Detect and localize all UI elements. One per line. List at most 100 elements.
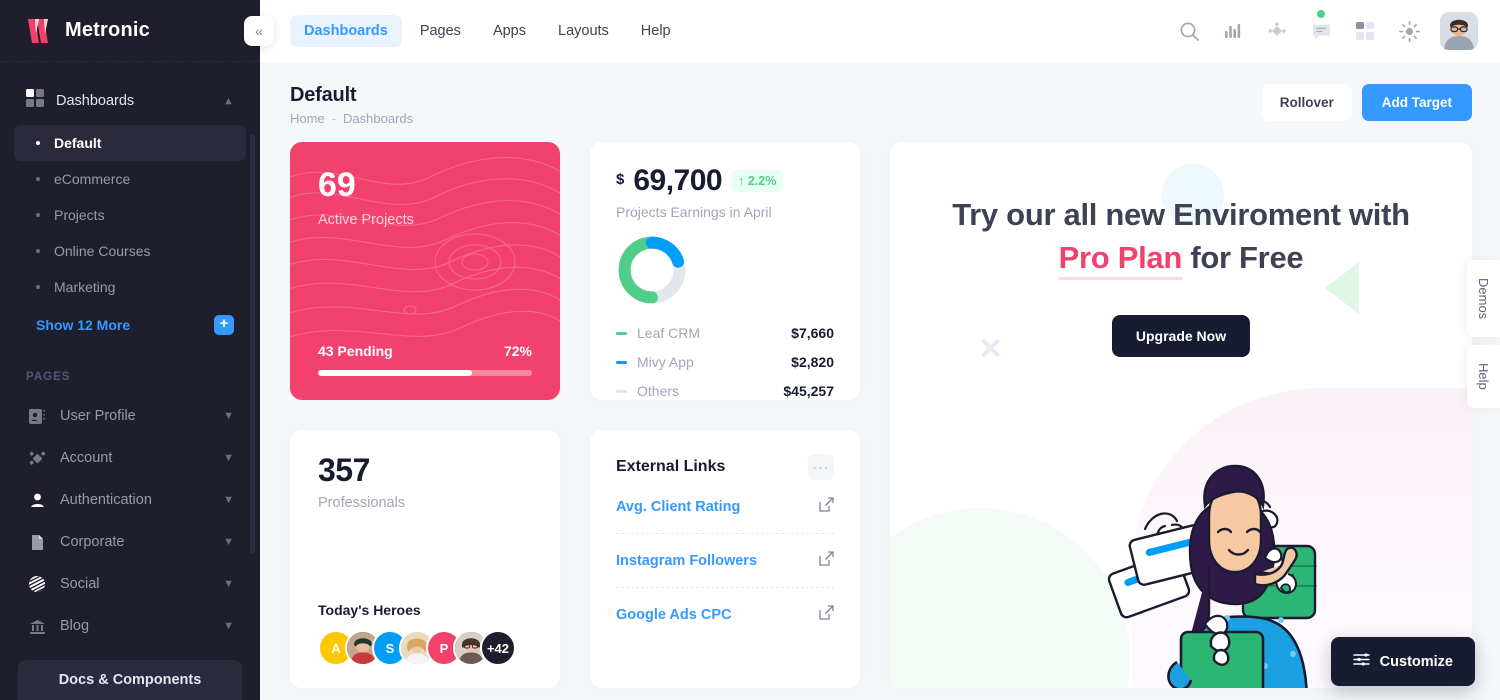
earnings-label: Projects Earnings in April xyxy=(616,204,834,220)
sidebar-nav: Dashboards ▼ Default eCommerce Projects xyxy=(0,62,260,700)
sidebar-show-more-label: Show 12 More xyxy=(36,317,130,333)
apps-grid-icon[interactable] xyxy=(1352,18,1378,44)
progress-percent-label: 72% xyxy=(504,343,532,359)
legend-label: Leaf CRM xyxy=(637,325,700,341)
earnings-card[interactable]: $ 69,700 ↑ 2.2% Projects Earnings in Apr… xyxy=(590,142,860,400)
avatar-initial: P xyxy=(440,641,449,656)
sidebar-item-corporate[interactable]: Corporate ▼ xyxy=(14,521,246,563)
sidebar-item-user-profile[interactable]: User Profile ▼ xyxy=(14,395,246,437)
external-link-avg-client-rating[interactable]: Avg. Client Rating xyxy=(616,480,834,534)
external-links-title: External Links xyxy=(616,458,725,476)
tab-apps[interactable]: Apps xyxy=(479,15,540,47)
side-tab-demos[interactable]: Demos xyxy=(1467,260,1500,337)
tab-pages[interactable]: Pages xyxy=(406,15,475,47)
tab-layouts[interactable]: Layouts xyxy=(544,15,623,47)
diamonds-icon[interactable] xyxy=(1264,18,1290,44)
active-projects-card[interactable]: 69 Active Projects 43 Pending 72% xyxy=(290,142,560,400)
breadcrumb-home[interactable]: Home xyxy=(290,111,325,126)
active-projects-progress: 43 Pending 72% xyxy=(318,343,532,376)
sidebar-item-social-label: Social xyxy=(60,576,211,592)
promo-headline-line1: Try our all new Enviroment with xyxy=(952,197,1410,232)
sidebar-item-ecommerce[interactable]: eCommerce xyxy=(14,161,246,197)
sidebar-item-social[interactable]: Social ▼ xyxy=(14,563,246,605)
bullet-icon xyxy=(36,177,40,181)
side-tab-help[interactable]: Help xyxy=(1467,345,1500,408)
earnings-change-value: 2.2% xyxy=(748,174,777,188)
notification-badge xyxy=(1317,10,1325,18)
external-link-icon xyxy=(819,497,834,517)
plus-icon[interactable]: + xyxy=(214,315,234,335)
upgrade-now-button[interactable]: Upgrade Now xyxy=(1112,315,1250,357)
sidebar-section-pages: PAGES xyxy=(0,345,260,395)
sidebar-item-corporate-label: Corporate xyxy=(60,534,211,550)
promo-banner-card: ✕ Try our all new Enviroment with Pro Pl… xyxy=(890,142,1472,688)
docs-and-components-button[interactable]: Docs & Components xyxy=(18,660,242,700)
user-avatar[interactable] xyxy=(1440,12,1478,50)
legend-label: Others xyxy=(637,383,679,399)
external-link-instagram-followers[interactable]: Instagram Followers xyxy=(616,534,834,588)
page-header-actions: Rollover Add Target xyxy=(1262,84,1472,121)
sidebar-show-more[interactable]: Show 12 More + xyxy=(14,305,246,345)
legend-item-others: Others $45,257 xyxy=(616,383,834,399)
legend-item-leaf-crm: Leaf CRM $7,660 xyxy=(616,325,834,341)
sidebar-item-online-courses[interactable]: Online Courses xyxy=(14,233,246,269)
dashboard-grid: 69 Active Projects 43 Pending 72% 357 xyxy=(260,126,1500,688)
add-target-button[interactable]: Add Target xyxy=(1362,84,1472,121)
chevron-double-left-icon: « xyxy=(255,23,263,39)
earnings-donut-chart xyxy=(616,234,834,311)
earnings-change-badge: ↑ 2.2% xyxy=(731,170,783,192)
app-root: Metronic Dashboards ▼ xyxy=(0,0,1500,700)
legend-marker xyxy=(616,390,627,393)
sidebar-sublist-dashboards: Default eCommerce Projects Online Course… xyxy=(14,125,246,345)
grid-column-middle: $ 69,700 ↑ 2.2% Projects Earnings in Apr… xyxy=(590,142,860,688)
progress-bar-fill xyxy=(318,370,472,376)
currency-symbol: $ xyxy=(616,171,624,188)
sidebar-item-blog-label: Blog xyxy=(60,618,211,634)
theme-sun-icon[interactable] xyxy=(1396,18,1422,44)
sidebar-collapse-button[interactable]: « xyxy=(244,16,274,46)
progress-bar-track xyxy=(318,370,532,376)
sidebar-item-default[interactable]: Default xyxy=(14,125,246,161)
document-icon xyxy=(26,531,48,553)
external-links-header: External Links ··· xyxy=(616,454,834,480)
sidebar-group-dashboards: Dashboards ▼ Default eCommerce Projects xyxy=(0,80,260,345)
sidebar-item-authentication-label: Authentication xyxy=(60,492,211,508)
legend-value: $45,257 xyxy=(783,383,834,399)
legend-marker xyxy=(616,332,627,335)
external-link-google-ads-cpc[interactable]: Google Ads CPC xyxy=(616,588,834,641)
chevron-down-icon: ▼ xyxy=(223,411,234,422)
brand-name: Metronic xyxy=(65,19,150,42)
sidebar-item-account[interactable]: Account ▼ xyxy=(14,437,246,479)
heroes-avatar-group: A S P xyxy=(318,630,532,666)
chevron-down-icon: ▼ xyxy=(223,495,234,506)
rollover-button[interactable]: Rollover xyxy=(1262,84,1352,121)
external-link-icon xyxy=(819,605,834,625)
topbar-actions xyxy=(1176,12,1478,50)
bullet-icon xyxy=(36,285,40,289)
earnings-value: 69,700 xyxy=(633,166,722,196)
ellipsis-icon[interactable]: ··· xyxy=(808,454,834,480)
tab-help[interactable]: Help xyxy=(627,15,685,47)
sidebar-item-marketing[interactable]: Marketing xyxy=(14,269,246,305)
sidebar-item-blog[interactable]: Blog ▼ xyxy=(14,605,246,647)
promo-highlight: Pro Plan xyxy=(1059,240,1182,280)
avatar-overflow-count[interactable]: +42 xyxy=(480,630,516,666)
sidebar-scrollbar[interactable] xyxy=(250,134,255,554)
sidebar-item-dashboards[interactable]: Dashboards ▼ xyxy=(14,80,246,121)
breadcrumb-dashboards[interactable]: Dashboards xyxy=(343,111,413,126)
earnings-legend: Leaf CRM $7,660 Mivy App $2,820 Others $… xyxy=(616,325,834,399)
professionals-card[interactable]: 357 Professionals Today's Heroes A S xyxy=(290,430,560,688)
tab-dashboards[interactable]: Dashboards xyxy=(290,15,402,47)
person-icon xyxy=(26,489,48,511)
brand[interactable]: Metronic xyxy=(0,0,260,62)
sidebar: Metronic Dashboards ▼ xyxy=(0,0,260,700)
bullet-icon xyxy=(36,141,40,145)
customize-button[interactable]: Customize xyxy=(1331,637,1475,686)
sidebar-item-authentication[interactable]: Authentication ▼ xyxy=(14,479,246,521)
analytics-icon[interactable] xyxy=(1220,18,1246,44)
chat-icon[interactable] xyxy=(1308,18,1334,44)
avatar-initial: S xyxy=(386,641,395,656)
page-header-text: Default Home - Dashboards xyxy=(290,84,413,126)
search-icon[interactable] xyxy=(1176,18,1202,44)
sidebar-item-projects[interactable]: Projects xyxy=(14,197,246,233)
